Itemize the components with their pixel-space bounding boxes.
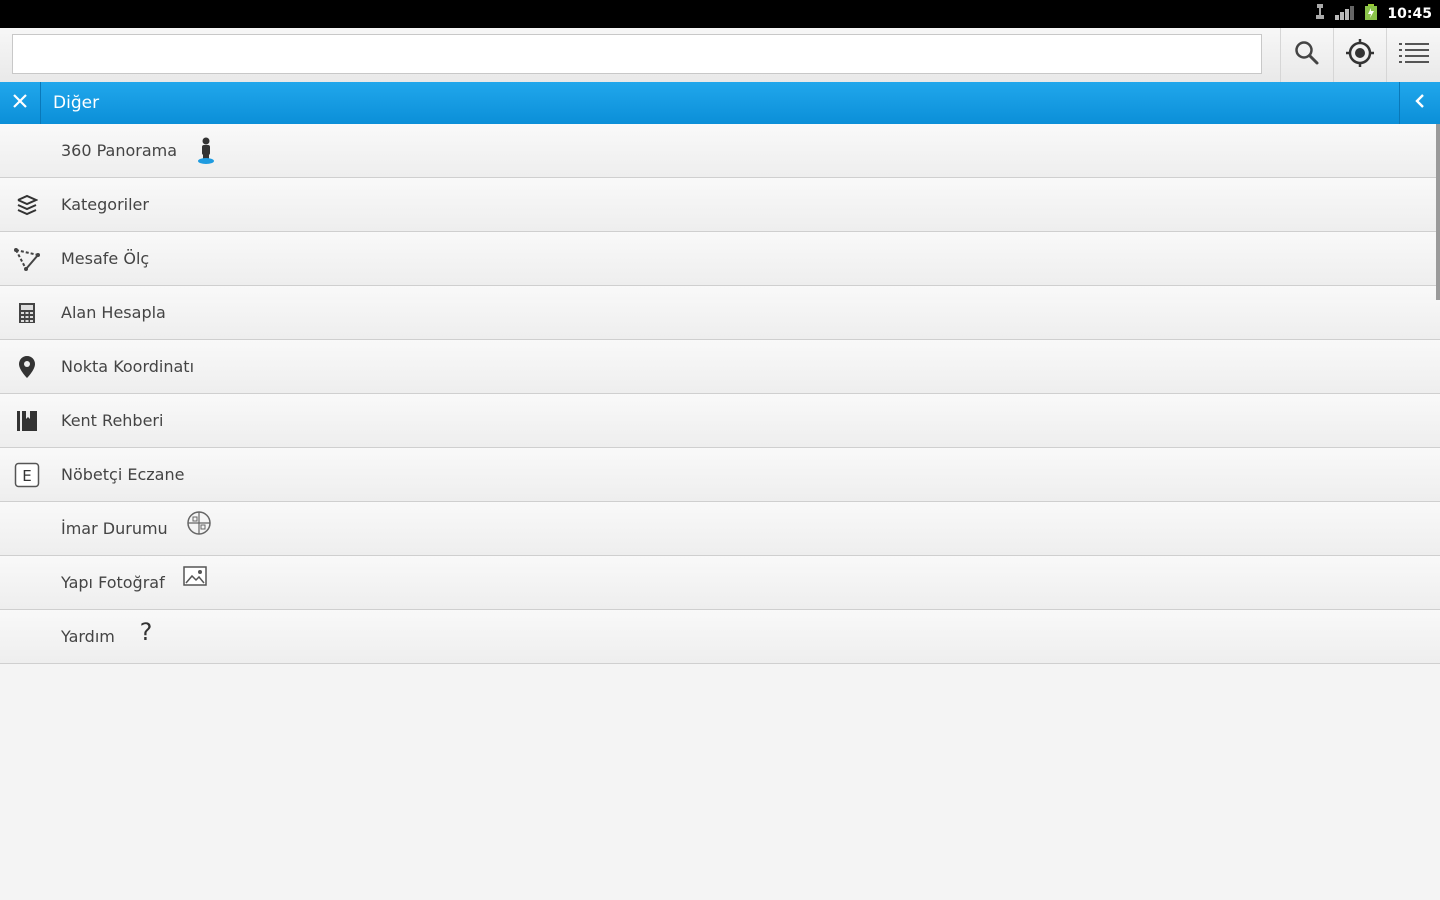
help-icon: ? — [136, 604, 156, 657]
photo-icon — [183, 550, 207, 603]
menu-item-label: Yapı Fotoğraf — [61, 573, 165, 592]
pharmacy-e-icon: E — [12, 448, 42, 501]
menu-item-kategoriler[interactable]: Kategoriler — [0, 178, 1440, 232]
calculator-icon — [12, 286, 42, 339]
close-icon — [12, 93, 28, 113]
menu-list: 360 Panorama Kategoriler Mesafe Ölç Alan… — [0, 124, 1440, 664]
menu-item-nokta-koordinati[interactable]: Nokta Koordinatı — [0, 340, 1440, 394]
usb-icon — [1315, 4, 1325, 24]
menu-item-label: Kategoriler — [61, 195, 149, 214]
close-button[interactable] — [0, 82, 41, 124]
crosshair-location-icon — [1345, 38, 1375, 72]
menu-item-label: Kent Rehberi — [61, 411, 164, 430]
menu-item-label: İmar Durumu — [61, 519, 168, 538]
signal-icon — [1335, 4, 1355, 24]
menu-item-label: Nöbetçi Eczane — [61, 465, 185, 484]
map-pin-icon — [12, 340, 42, 393]
scrollbar-thumb[interactable] — [1436, 124, 1440, 300]
search-input[interactable] — [12, 34, 1262, 74]
menu-item-label: Yardım — [61, 627, 115, 646]
menu-item-yardim[interactable]: Yardım ? — [0, 610, 1440, 664]
menu-item-360-panorama[interactable]: 360 Panorama — [0, 124, 1440, 178]
menu-item-label: Mesafe Ölç — [61, 249, 150, 268]
panel-header: Diğer — [0, 82, 1440, 124]
status-time: 10:45 — [1387, 6, 1432, 22]
locate-button[interactable] — [1333, 28, 1385, 82]
menu-item-yapi-fotograf[interactable]: Yapı Fotoğraf — [0, 556, 1440, 610]
menu-item-kent-rehberi[interactable]: Kent Rehberi — [0, 394, 1440, 448]
menu-item-nobetci-eczane[interactable]: E Nöbetçi Eczane — [0, 448, 1440, 502]
menu-button[interactable] — [1386, 28, 1440, 82]
status-bar: 10:45 — [0, 0, 1440, 28]
svg-text:E: E — [22, 467, 31, 485]
list-menu-icon — [1398, 41, 1429, 69]
zoning-icon — [186, 496, 212, 549]
search-toolbar — [0, 28, 1440, 83]
chevron-left-icon — [1414, 93, 1426, 113]
menu-item-label: Nokta Koordinatı — [61, 357, 195, 376]
menu-item-alan-hesapla[interactable]: Alan Hesapla — [0, 286, 1440, 340]
panel-title: Diğer — [53, 93, 100, 113]
search-button[interactable] — [1280, 28, 1332, 82]
menu-item-imar-durumu[interactable]: İmar Durumu — [0, 502, 1440, 556]
battery-icon — [1365, 4, 1378, 24]
menu-item-label: Alan Hesapla — [61, 303, 166, 322]
ruler-icon — [12, 232, 42, 285]
layers-icon — [12, 178, 42, 231]
svg-text:?: ? — [140, 618, 153, 644]
street-view-icon — [196, 124, 216, 177]
menu-item-label: 360 Panorama — [61, 141, 178, 160]
collapse-button[interactable] — [1399, 82, 1440, 124]
search-icon — [1294, 40, 1320, 70]
menu-item-mesafe-olc[interactable]: Mesafe Ölç — [0, 232, 1440, 286]
book-icon — [12, 394, 42, 447]
